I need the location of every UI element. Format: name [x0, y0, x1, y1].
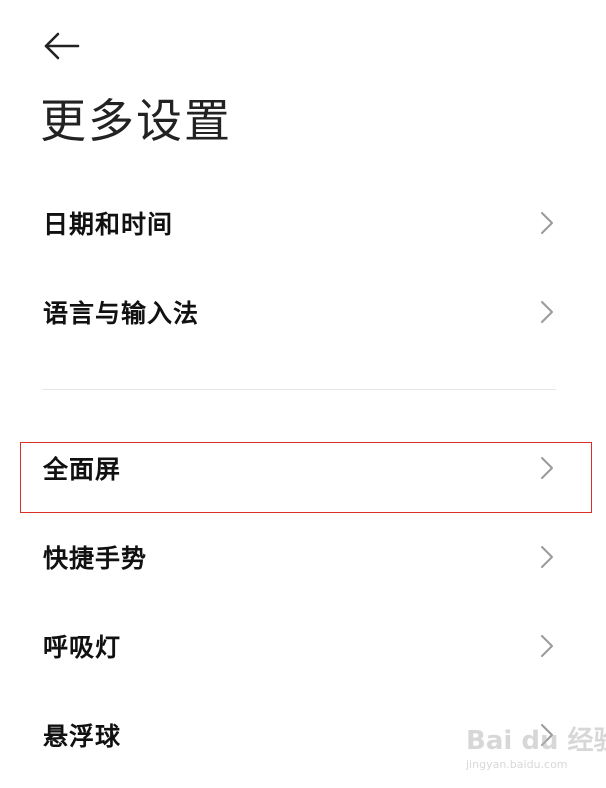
- back-button[interactable]: [36, 22, 88, 70]
- settings-item-label: 快捷手势: [43, 544, 148, 573]
- settings-item-label: 日期和时间: [43, 210, 174, 239]
- section-divider: [42, 389, 556, 390]
- chevron-right-icon: [538, 544, 556, 570]
- page-title: 更多设置: [40, 94, 232, 148]
- settings-item-date-time[interactable]: 日期和时间: [0, 188, 606, 258]
- more-settings-screen: 更多设置 日期和时间 语言与输入法 全面屏 快捷手势 呼吸灯 悬浮球 Bai d…: [0, 0, 606, 788]
- settings-item-label: 语言与输入法: [43, 299, 200, 328]
- settings-item-label: 全面屏: [43, 455, 122, 484]
- settings-item-language-input[interactable]: 语言与输入法: [0, 277, 606, 347]
- settings-item-label: 呼吸灯: [43, 633, 122, 662]
- settings-item-label: 悬浮球: [43, 722, 122, 751]
- back-arrow-icon: [44, 32, 80, 60]
- settings-item-notification-light[interactable]: 呼吸灯: [0, 611, 606, 681]
- chevron-right-icon: [538, 722, 556, 748]
- chevron-right-icon: [538, 210, 556, 236]
- settings-item-full-screen[interactable]: 全面屏: [0, 433, 606, 503]
- chevron-right-icon: [538, 455, 556, 481]
- chevron-right-icon: [538, 633, 556, 659]
- chevron-right-icon: [538, 299, 556, 325]
- settings-item-floating-ball[interactable]: 悬浮球: [0, 700, 606, 770]
- settings-item-gestures[interactable]: 快捷手势: [0, 522, 606, 592]
